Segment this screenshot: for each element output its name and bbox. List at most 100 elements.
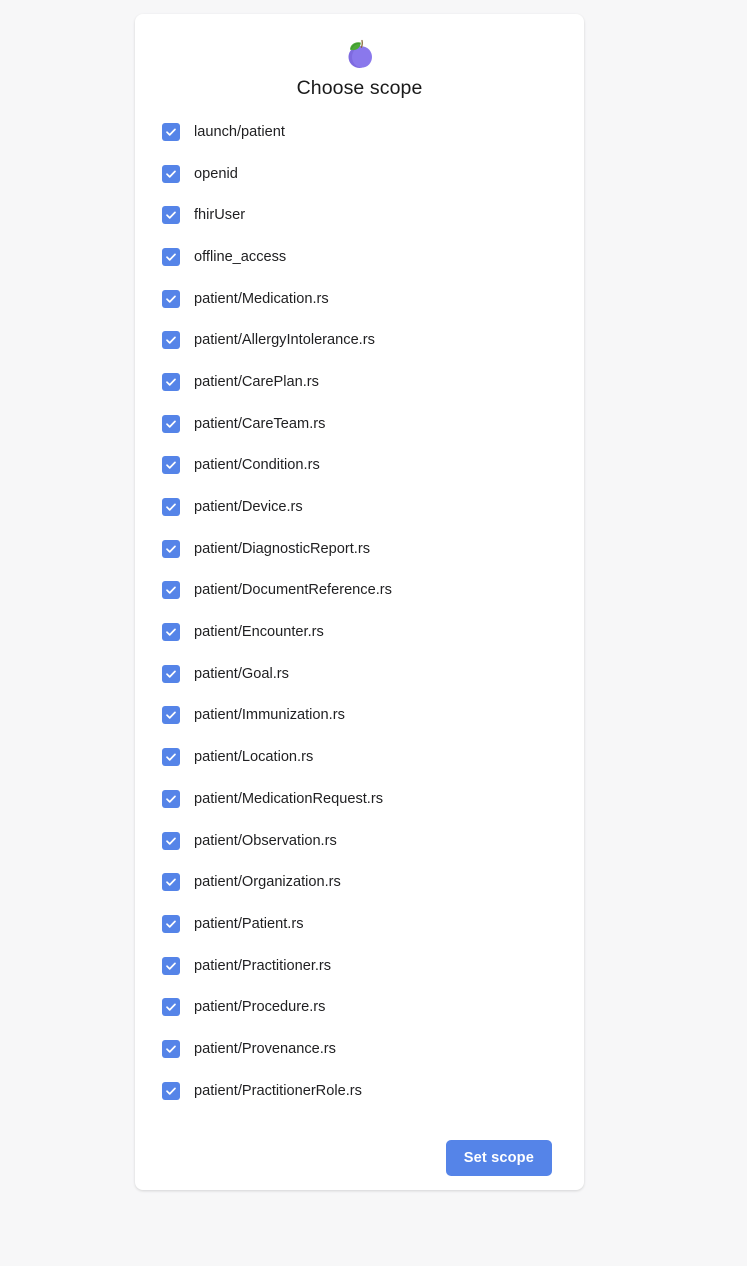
scope-checkbox[interactable] (162, 706, 180, 725)
scope-label: openid (194, 165, 238, 182)
scope-checkbox[interactable] (162, 498, 180, 517)
scope-checkbox[interactable] (162, 748, 180, 767)
scope-row[interactable]: openid (161, 153, 558, 195)
scope-row[interactable]: patient/CareTeam.rs (161, 403, 558, 445)
scope-label: patient/Encounter.rs (194, 624, 324, 641)
scope-row[interactable]: patient/PractitionerRole.rs (161, 1070, 558, 1112)
scope-label: patient/Goal.rs (194, 665, 289, 682)
check-icon (166, 1087, 176, 1095)
scope-label: patient/Procedure.rs (194, 999, 326, 1016)
scope-row[interactable]: patient/Observation.rs (161, 820, 558, 862)
scope-label: patient/Device.rs (194, 499, 303, 516)
check-icon (166, 461, 176, 470)
scope-checkbox[interactable] (162, 372, 180, 391)
scope-label: patient/MedicationRequest.rs (194, 790, 384, 807)
check-icon (166, 878, 176, 886)
check-icon (166, 336, 176, 345)
scope-row[interactable]: patient/Goal.rs (161, 653, 558, 695)
scope-checkbox[interactable] (162, 247, 180, 266)
scope-label: patient/Condition.rs (194, 457, 320, 474)
scope-row[interactable]: patient/Encounter.rs (161, 611, 558, 653)
scope-label: patient/Immunization.rs (194, 707, 345, 724)
check-icon (166, 962, 176, 970)
scope-checkbox[interactable] (162, 664, 180, 683)
scope-row[interactable]: patient/MedicationRequest.rs (161, 778, 558, 820)
scope-row[interactable]: patient/Immunization.rs (161, 695, 558, 737)
scope-row[interactable]: patient/Procedure.rs (161, 986, 558, 1028)
check-icon (166, 378, 176, 386)
scope-label: patient/Medication.rs (194, 290, 329, 307)
scope-checkbox[interactable] (162, 206, 180, 225)
scope-list: launch/patient openid fhirUser offline_acce… (161, 111, 558, 1112)
check-icon (166, 795, 176, 803)
scope-row[interactable]: patient/DocumentReference.rs (161, 570, 558, 612)
scope-label: patient/Observation.rs (194, 832, 337, 849)
scope-checkbox[interactable] (162, 1039, 180, 1058)
check-icon (166, 753, 176, 761)
check-icon (166, 670, 176, 678)
check-icon (166, 545, 176, 553)
scope-checkbox[interactable] (162, 164, 180, 183)
scope-checkbox[interactable] (162, 539, 180, 558)
scope-label: patient/Organization.rs (194, 874, 341, 891)
scope-checkbox[interactable] (162, 789, 180, 808)
scope-row[interactable]: patient/Location.rs (161, 736, 558, 778)
check-icon (166, 253, 176, 261)
scope-row[interactable]: patient/AllergyIntolerance.rs (161, 319, 558, 361)
plum-fruit-icon (348, 39, 372, 68)
check-icon (166, 503, 176, 511)
check-icon (166, 420, 176, 428)
page-title: Choose scope (296, 77, 423, 99)
scope-label: offline_access (194, 248, 287, 265)
scope-row[interactable]: patient/Organization.rs (161, 861, 558, 903)
scope-label: patient/DiagnosticReport.rs (194, 540, 371, 557)
scope-checkbox[interactable] (162, 331, 180, 350)
check-icon (166, 211, 176, 219)
scope-row[interactable]: patient/DiagnosticReport.rs (161, 528, 558, 570)
app-logo (161, 33, 558, 73)
check-icon (166, 128, 176, 136)
scope-row[interactable]: patient/Medication.rs (161, 278, 558, 320)
scope-label: patient/Patient.rs (194, 915, 304, 932)
check-icon (166, 628, 176, 636)
scope-label: patient/PractitionerRole.rs (194, 1082, 362, 1099)
scope-checkbox[interactable] (162, 414, 180, 433)
scope-checkbox[interactable] (162, 623, 180, 642)
scope-row[interactable]: fhirUser (161, 194, 558, 236)
scope-row[interactable]: launch/patient (161, 111, 558, 153)
scope-checkbox[interactable] (162, 914, 180, 933)
scope-row[interactable]: patient/Condition.rs (161, 445, 558, 487)
check-icon (166, 837, 176, 845)
scope-checkbox[interactable] (162, 1081, 180, 1100)
scope-row[interactable]: patient/CarePlan.rs (161, 361, 558, 403)
check-icon (166, 1045, 176, 1053)
scope-label: patient/Provenance.rs (194, 1040, 336, 1057)
scope-row[interactable]: patient/Practitioner.rs (161, 945, 558, 987)
scope-row[interactable]: patient/Device.rs (161, 486, 558, 528)
scope-row[interactable]: patient/Patient.rs (161, 903, 558, 945)
set-scope-button[interactable]: Set scope (445, 1140, 552, 1176)
scope-checkbox[interactable] (162, 289, 180, 308)
scope-checkbox[interactable] (162, 581, 180, 600)
scope-label: patient/CareTeam.rs (194, 415, 326, 432)
scope-label: patient/Location.rs (194, 749, 314, 766)
scope-checkbox[interactable] (162, 998, 180, 1017)
scope-checkbox[interactable] (162, 956, 180, 975)
check-icon (166, 586, 176, 595)
scope-checkbox[interactable] (162, 456, 180, 475)
footer-actions: Set scope (445, 1140, 552, 1176)
scope-label: fhirUser (194, 207, 246, 224)
scope-checkbox[interactable] (162, 122, 180, 141)
scope-row[interactable]: offline_access (161, 236, 558, 278)
scope-checkbox[interactable] (162, 873, 180, 892)
scope-checkbox[interactable] (162, 831, 180, 850)
scope-label: patient/AllergyIntolerance.rs (194, 332, 375, 349)
check-icon (166, 1003, 176, 1012)
scope-row[interactable]: patient/Provenance.rs (161, 1028, 558, 1070)
check-icon (166, 295, 176, 303)
card-inner: Choose scope launch/patient openid fhirUse… (135, 14, 584, 1190)
check-icon (166, 170, 176, 178)
choose-scope-card: Choose scope launch/patient openid fhirUse… (135, 14, 584, 1190)
scope-label: patient/Practitioner.rs (194, 957, 332, 974)
check-icon (166, 920, 176, 928)
